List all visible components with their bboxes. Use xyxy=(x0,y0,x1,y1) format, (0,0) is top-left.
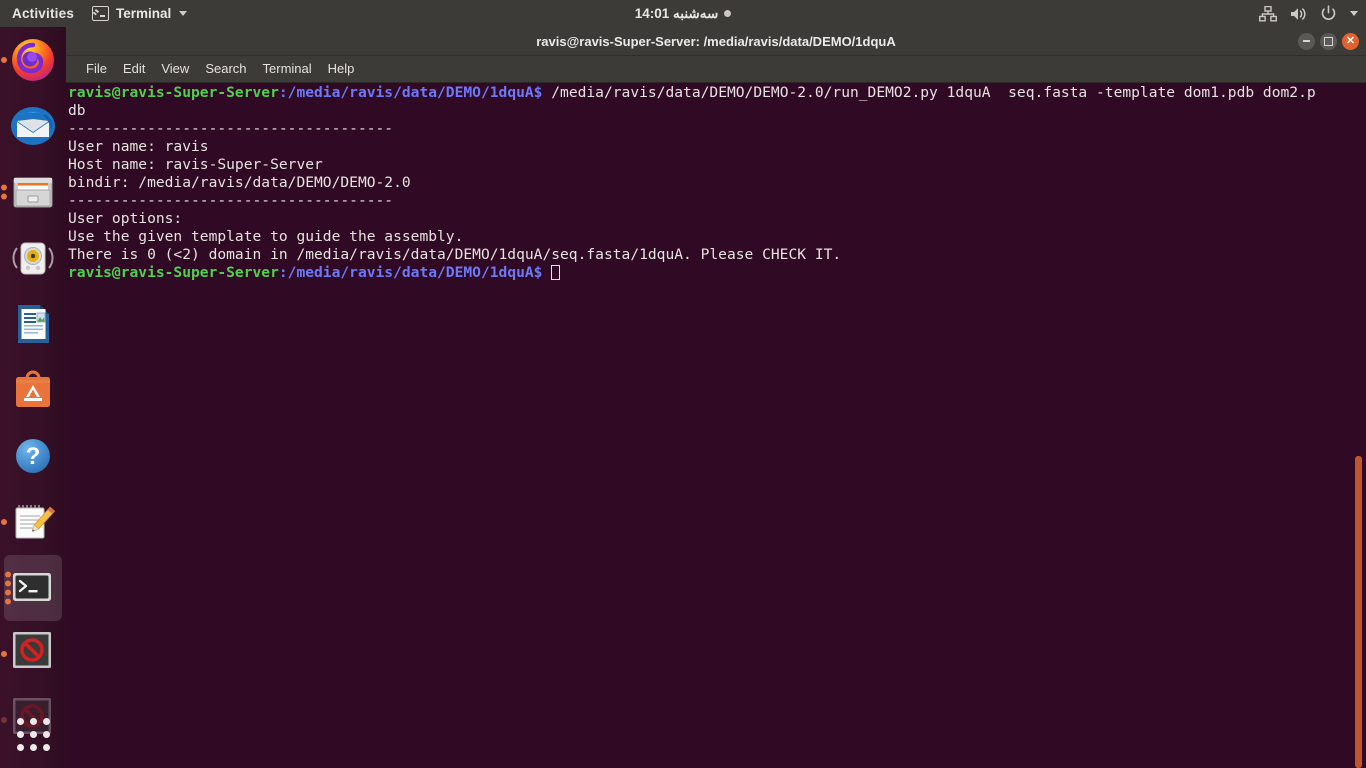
output-line-2: Host name: ravis-Super-Server xyxy=(68,156,323,173)
prompt-user-host-1: ravis@ravis-Super-Server xyxy=(68,84,279,101)
blocked-icon xyxy=(9,630,57,678)
libreoffice-writer-icon xyxy=(9,300,57,348)
ubuntu-dock: ? xyxy=(0,27,66,768)
window-title: ravis@ravis-Super-Server: /media/ravis/d… xyxy=(536,33,896,49)
prompt-user-host-2: ravis@ravis-Super-Server xyxy=(68,264,279,281)
terminal-window: ravis@ravis-Super-Server: /media/ravis/d… xyxy=(66,27,1366,768)
maximize-button[interactable] xyxy=(1320,32,1337,50)
dock-item-text-editor[interactable] xyxy=(0,489,66,555)
app-menu-button[interactable]: Terminal xyxy=(84,0,195,27)
menu-file[interactable]: File xyxy=(78,56,115,82)
output-line-7: There is 0 (<2) domain in /media/ravis/d… xyxy=(68,246,842,263)
text-editor-icon xyxy=(9,498,57,546)
files-icon xyxy=(9,168,57,216)
command-line-wrap: db xyxy=(68,102,86,119)
output-line-5: User options: xyxy=(68,210,183,227)
dock-item-libreoffice-writer[interactable] xyxy=(0,291,66,357)
menu-terminal[interactable]: Terminal xyxy=(255,56,320,82)
running-indicator xyxy=(1,651,7,657)
command-line: /media/ravis/data/DEMO/DEMO-2.0/run_DEMO… xyxy=(542,84,1316,101)
show-applications-button[interactable] xyxy=(0,706,66,762)
terminal-scrollbar[interactable] xyxy=(1352,83,1366,768)
thunderbird-icon xyxy=(9,102,57,150)
system-menu-chevron-down-icon[interactable] xyxy=(1350,11,1358,16)
prompt-path-1: :/media/ravis/data/DEMO/1dquA$ xyxy=(278,84,543,101)
running-indicator xyxy=(1,519,7,525)
dock-item-files[interactable] xyxy=(0,159,66,225)
dock-item-help[interactable]: ? xyxy=(0,423,66,489)
terminal-app-icon xyxy=(9,564,57,612)
dock-item-terminal[interactable] xyxy=(4,555,62,621)
menu-view[interactable]: View xyxy=(153,56,197,82)
dock-item-ubuntu-software[interactable] xyxy=(0,357,66,423)
firefox-icon xyxy=(9,36,57,84)
power-icon[interactable] xyxy=(1320,5,1337,22)
svg-text:?: ? xyxy=(26,443,41,470)
menu-help[interactable]: Help xyxy=(320,56,363,82)
volume-icon[interactable] xyxy=(1289,6,1308,22)
minimize-button[interactable] xyxy=(1298,32,1315,50)
dock-item-blocked-app[interactable] xyxy=(0,621,66,687)
output-line-0: ------------------------------------- xyxy=(68,120,394,137)
system-indicators[interactable] xyxy=(1259,0,1358,27)
terminal-text: ravis@ravis-Super-Server:/media/ravis/da… xyxy=(68,84,1316,282)
activities-button[interactable]: Activities xyxy=(0,0,84,27)
window-titlebar[interactable]: ravis@ravis-Super-Server: /media/ravis/d… xyxy=(66,27,1366,56)
dock-item-rhythmbox[interactable] xyxy=(0,225,66,291)
output-line-4: ------------------------------------- xyxy=(68,192,394,209)
output-line-6: Use the given template to guide the asse… xyxy=(68,228,464,245)
notification-dot-icon xyxy=(724,10,732,17)
ubuntu-software-icon xyxy=(9,366,57,414)
running-indicator xyxy=(1,184,7,200)
scrollbar-thumb[interactable] xyxy=(1355,456,1362,768)
network-icon[interactable] xyxy=(1259,5,1277,22)
clock-button[interactable]: سه‌شنبه 14:01 xyxy=(0,0,1366,27)
terminal-icon xyxy=(92,6,110,21)
close-button[interactable]: ✕ xyxy=(1342,32,1359,50)
clock-label: سه‌شنبه 14:01 xyxy=(634,5,719,21)
output-line-3: bindir: /media/ravis/data/DEMO/DEMO-2.0 xyxy=(68,174,411,191)
terminal-cursor xyxy=(551,265,560,280)
desktop-screen: Activities Terminal سه‌شنبه 14:01 xyxy=(0,0,1366,768)
app-menu-label: Terminal xyxy=(116,6,172,21)
menu-edit[interactable]: Edit xyxy=(115,56,153,82)
rhythmbox-icon xyxy=(9,234,57,282)
grid-icon xyxy=(16,717,50,751)
output-line-1: User name: ravis xyxy=(68,138,209,155)
prompt-path-2: :/media/ravis/data/DEMO/1dquA$ xyxy=(278,264,543,281)
running-indicator xyxy=(1,57,7,63)
gnome-top-bar: Activities Terminal سه‌شنبه 14:01 xyxy=(0,0,1366,27)
terminal-menubar: File Edit View Search Terminal Help xyxy=(66,56,1366,83)
dock-item-firefox[interactable] xyxy=(0,27,66,93)
window-controls: ✕ xyxy=(1298,27,1359,55)
dock-item-thunderbird[interactable] xyxy=(0,93,66,159)
chevron-down-icon xyxy=(179,11,188,16)
menu-search[interactable]: Search xyxy=(197,56,254,82)
help-icon: ? xyxy=(9,432,57,480)
terminal-output-area[interactable]: ravis@ravis-Super-Server:/media/ravis/da… xyxy=(66,83,1366,768)
